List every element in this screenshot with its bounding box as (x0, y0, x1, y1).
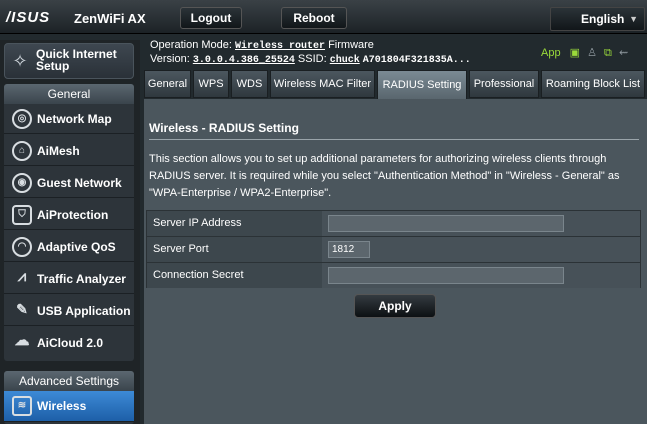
language-label: English (581, 12, 625, 26)
user-icon[interactable]: ♙ (587, 47, 597, 59)
router-admin-app: /ISUS ZenWiFi AX Logout Reboot English ▼… (0, 0, 647, 424)
tab-wireless-mac-filter[interactable]: Wireless MAC Filter (270, 70, 375, 98)
sidebar-item-label: AiMesh (37, 144, 80, 158)
wireless-icon: ≋ (12, 396, 32, 416)
tab-wds[interactable]: WDS (231, 70, 268, 98)
reboot-button[interactable]: Reboot (281, 7, 347, 29)
app-label[interactable]: App (541, 47, 561, 59)
usb-application-icon: ✎ (16, 301, 28, 317)
server-port-input[interactable]: 1812 (328, 241, 370, 258)
status-icons: App ▣ ♙ ⧉ ⇜ (541, 46, 628, 60)
op-mode-label: Operation Mode: (150, 39, 232, 51)
sidebar-item-wireless[interactable]: ≋ Wireless (4, 391, 134, 422)
tab-bar: General WPS WDS Wireless MAC Filter RADI… (144, 70, 647, 100)
traffic-analyzer-icon: ⩘ (17, 268, 27, 285)
sidebar-item-adaptive-qos[interactable]: ◠ Adaptive QoS (4, 232, 134, 262)
operation-mode-line: Operation Mode: Wireless router Firmware (150, 39, 374, 52)
sidebar-item-label: Network Map (37, 112, 112, 126)
ssid-label: SSID: (297, 53, 327, 65)
guest-network-icon: ◉ (12, 173, 32, 193)
server-ip-cell (322, 211, 640, 236)
ssid-secondary: A701804F321835A... (362, 55, 471, 66)
general-nav: ◎ Network Map ⌂ AiMesh ◉ Guest Network ⛉ AiP… (4, 104, 134, 361)
connection-secret-label: Connection Secret (147, 263, 322, 288)
sidebar-item-network-map[interactable]: ◎ Network Map (4, 104, 134, 134)
chevron-down-icon: ▼ (629, 14, 638, 24)
wand-icon: ✧ (12, 51, 28, 71)
advanced-nav: ≋ Wireless (4, 391, 134, 424)
table-row: Server IP Address (147, 211, 640, 237)
sidebar-item-aimesh[interactable]: ⌂ AiMesh (4, 136, 134, 166)
sidebar-item-guest-network[interactable]: ◉ Guest Network (4, 168, 134, 198)
network-map-icon: ◎ (12, 109, 32, 129)
tab-wps[interactable]: WPS (193, 70, 229, 98)
table-row: Connection Secret (147, 263, 640, 289)
sidebar-item-label: Guest Network (37, 176, 122, 190)
sidebar-item-aicloud[interactable]: ☁ AiCloud 2.0 (4, 328, 134, 358)
tab-general[interactable]: General (144, 70, 191, 98)
sidebar-item-label: Traffic Analyzer (37, 272, 126, 286)
radius-settings-panel: Wireless - RADIUS Setting This section a… (144, 99, 647, 424)
sidebar-item-label: USB Application (37, 304, 131, 318)
general-section-header: General (4, 84, 134, 104)
sidebar-item-traffic-analyzer[interactable]: ⩘ Traffic Analyzer (4, 264, 134, 294)
sidebar-item-label: Adaptive QoS (37, 240, 116, 254)
server-port-cell: 1812 (322, 237, 640, 262)
apply-button[interactable]: Apply (354, 294, 436, 318)
advanced-settings-header: Advanced Settings (4, 371, 134, 391)
tab-professional[interactable]: Professional (469, 70, 539, 98)
internet-status-icon[interactable]: ⧉ (604, 47, 612, 59)
connection-secret-input[interactable] (328, 267, 564, 284)
description-text: This section allows you to set up additi… (149, 153, 620, 199)
aiprotection-icon: ⛉ (12, 205, 32, 225)
logout-button[interactable]: Logout (180, 7, 242, 29)
quick-setup-label: Quick Internet Setup (36, 47, 117, 73)
ssid-link[interactable]: chuck (330, 55, 360, 66)
asus-logo: /ISUS (6, 9, 51, 26)
sidebar-item-label: AiCloud 2.0 (37, 336, 104, 350)
firmware-label: Firmware (328, 39, 374, 51)
aimesh-icon: ⌂ (12, 141, 32, 161)
server-ip-label: Server IP Address (147, 211, 322, 236)
firmware-version-link[interactable]: 3.0.0.4.386_25524 (193, 55, 295, 66)
sidebar-item-label: Wireless (37, 399, 87, 413)
top-bar: /ISUS ZenWiFi AX Logout Reboot English ▼ (0, 0, 647, 34)
version-line: Version: 3.0.0.4.386_25524 SSID: chuck A… (150, 53, 471, 66)
version-label: Version: (150, 53, 190, 65)
sidebar-item-usb-application[interactable]: ✎ USB Application (4, 296, 134, 326)
sidebar-item-label: AiProtection (37, 208, 109, 222)
page-title: Wireless - RADIUS Setting (149, 121, 299, 135)
server-port-label: Server Port (147, 237, 322, 262)
aicloud-icon: ☁ (14, 332, 30, 349)
qr-icon[interactable]: ▣ (570, 47, 580, 59)
model-name: ZenWiFi AX (74, 11, 146, 26)
tab-roaming-block-list[interactable]: Roaming Block List (541, 70, 645, 98)
status-header: Operation Mode: Wireless router Firmware… (146, 36, 646, 68)
tab-radius-setting[interactable]: RADIUS Setting (377, 70, 467, 100)
radius-settings-table: Server IP Address Server Port 1812 Conne… (146, 210, 641, 288)
connection-secret-cell (322, 263, 640, 288)
sidebar: ✧ Quick Internet Setup General ◎ Network … (0, 40, 140, 424)
table-row: Server Port 1812 (147, 237, 640, 263)
title-divider (149, 139, 639, 140)
quick-internet-setup-button[interactable]: ✧ Quick Internet Setup (4, 43, 134, 79)
language-select[interactable]: English ▼ (550, 7, 645, 31)
server-ip-input[interactable] (328, 215, 564, 232)
adaptive-qos-icon: ◠ (12, 237, 32, 257)
sidebar-item-aiprotection[interactable]: ⛉ AiProtection (4, 200, 134, 230)
op-mode-link[interactable]: Wireless router (235, 41, 325, 52)
usb-status-icon[interactable]: ⇜ (619, 47, 628, 59)
